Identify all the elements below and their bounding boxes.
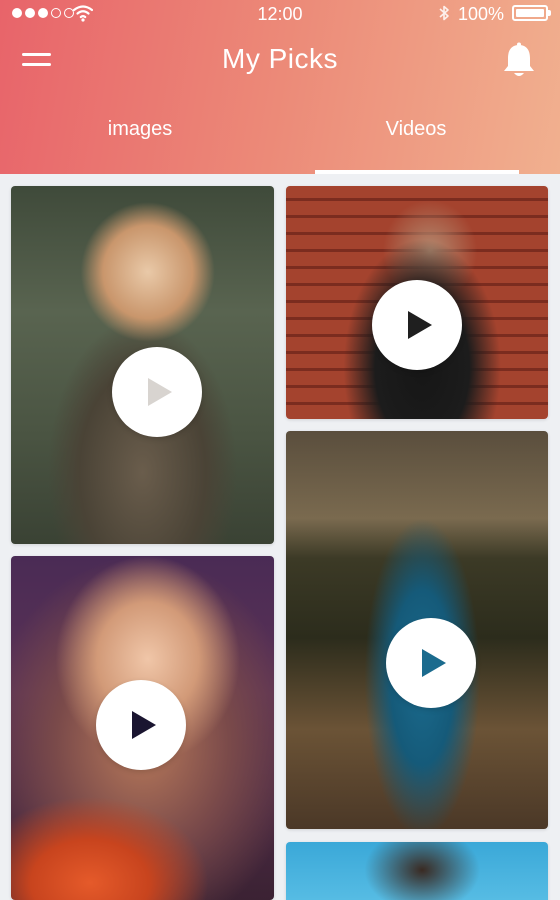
video-thumbnail-1[interactable]: [11, 186, 274, 544]
play-button[interactable]: [386, 618, 476, 708]
bluetooth-icon: [439, 5, 449, 21]
play-button[interactable]: [112, 347, 202, 437]
video-thumbnail-2[interactable]: [286, 186, 548, 419]
video-thumbnail-3[interactable]: [286, 431, 548, 829]
play-icon: [132, 711, 156, 739]
status-bar: 12:00 100%: [0, 0, 560, 28]
active-tab-indicator: [315, 170, 519, 174]
play-button[interactable]: [96, 680, 186, 770]
tab-images[interactable]: images: [60, 118, 220, 141]
tab-videos[interactable]: Videos: [336, 118, 496, 141]
battery-percentage: 100%: [458, 4, 505, 24]
play-icon: [408, 311, 432, 339]
bell-icon[interactable]: [499, 41, 539, 81]
video-thumbnail-5[interactable]: [286, 842, 548, 900]
play-icon: [422, 649, 446, 677]
app-header: 12:00 100% My Picks images Videos: [0, 0, 560, 174]
battery-icon: [512, 5, 551, 21]
video-thumbnail-4[interactable]: [11, 556, 274, 900]
play-icon: [148, 378, 172, 406]
page-title: My Picks: [222, 43, 338, 74]
play-button[interactable]: [372, 280, 462, 370]
